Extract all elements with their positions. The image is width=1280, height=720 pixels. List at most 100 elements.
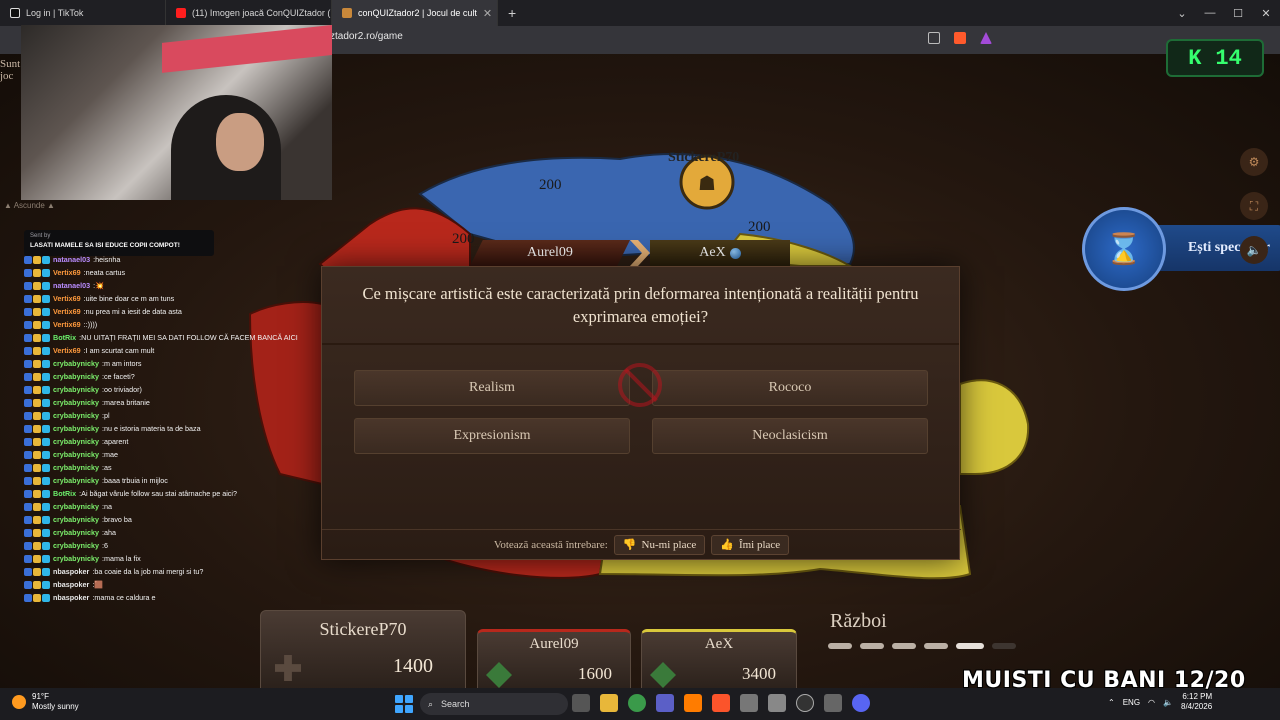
chat-username[interactable]: crybabynicky	[53, 476, 99, 485]
answer-button[interactable]: Rococo	[652, 370, 928, 406]
badge-icon	[24, 385, 32, 394]
brave-icon[interactable]	[712, 694, 730, 712]
chat-username[interactable]: crybabynicky	[53, 528, 99, 537]
url-text[interactable]: ztador2.ro/game	[330, 31, 403, 42]
region-value: 200	[748, 219, 771, 235]
chat-username[interactable]: crybabynicky	[53, 554, 99, 563]
chat-username[interactable]: crybabynicky	[53, 515, 99, 524]
chat-username[interactable]: crybabynicky	[53, 398, 99, 407]
fullscreen-icon[interactable]: ⛶	[1240, 192, 1268, 220]
chat-message: Vertix69: I am scurtat cam mult	[24, 344, 324, 357]
teams-icon[interactable]	[656, 694, 674, 712]
answer-button[interactable]: Neoclasicism	[652, 418, 928, 454]
settings-app-icon[interactable]	[768, 694, 786, 712]
taskbar-search[interactable]: ⌕ Search	[420, 693, 568, 715]
tab-tiktok[interactable]: Log in | TikTok	[0, 0, 166, 26]
chat-username[interactable]: BotRix	[53, 333, 76, 342]
badge-icon	[42, 359, 50, 368]
chat-username[interactable]: nbaspoker	[53, 567, 89, 576]
illustrator-icon[interactable]	[684, 694, 702, 712]
duel-right-player: AeX	[650, 240, 790, 266]
badge-icon	[33, 346, 41, 355]
app-icon[interactable]	[824, 694, 842, 712]
task-view-icon[interactable]	[572, 694, 590, 712]
player-score: 1600	[578, 664, 612, 683]
chat-username[interactable]: Vertix69	[53, 294, 81, 303]
chat-username[interactable]: crybabynicky	[53, 424, 99, 433]
sound-icon[interactable]: 🔈	[1240, 236, 1268, 264]
tab-youtube[interactable]: (11) Imogen joacă ConQUIZtador (m	[166, 0, 332, 26]
overlay-banner: MUISTI CU BANI 12/20	[962, 668, 1246, 693]
badge-icon	[24, 359, 32, 368]
tab-conquiztador[interactable]: conQUIZtador2 | Jocul de cult ✕	[332, 0, 498, 26]
crest-icon	[486, 662, 512, 688]
chat-username[interactable]: Vertix69	[53, 307, 81, 316]
maximize-icon[interactable]: ☐	[1224, 0, 1252, 26]
chat-username[interactable]: crybabynicky	[53, 450, 99, 459]
discord-icon[interactable]	[852, 694, 870, 712]
language-indicator[interactable]: ENG	[1123, 698, 1140, 707]
badge-icon	[24, 307, 32, 316]
chat-message: crybabynicky: 6	[24, 539, 324, 552]
minimize-icon[interactable]: —	[1196, 0, 1224, 26]
chat-username[interactable]: nbaspoker	[53, 580, 89, 589]
disabled-answer-icon	[618, 363, 662, 407]
chat-username[interactable]: crybabynicky	[53, 359, 99, 368]
app-icon[interactable]	[740, 694, 758, 712]
volume-icon[interactable]: 🔈	[1163, 698, 1173, 707]
chat-badges	[24, 385, 50, 394]
chrome-icon[interactable]	[628, 694, 646, 712]
chat-text: NU UITAȚI FRAȚII MEI SA DATI FOLLOW CĂ F…	[81, 333, 298, 342]
chat-username[interactable]: crybabynicky	[53, 372, 99, 381]
cast-icon[interactable]	[928, 32, 940, 44]
new-tab-button[interactable]: +	[498, 5, 526, 21]
badge-icon	[24, 489, 32, 498]
brave-shield-icon[interactable]	[954, 32, 966, 44]
chat-text: na	[103, 502, 112, 511]
answer-button[interactable]: Realism	[354, 370, 630, 406]
badge-icon	[42, 580, 50, 589]
chat-username[interactable]: nbaspoker	[53, 593, 89, 602]
territory-yellow-east[interactable]	[959, 379, 1030, 475]
badge-icon	[33, 476, 41, 485]
chat-username[interactable]: Vertix69	[53, 346, 81, 355]
tray-chevron-icon[interactable]: ⌃	[1108, 698, 1115, 707]
start-button[interactable]	[395, 695, 413, 713]
temperature: 91°F	[32, 692, 49, 701]
obs-icon[interactable]	[796, 694, 814, 712]
chat-hide-button[interactable]: ▲ Ascunde ▲	[4, 201, 55, 210]
tab-title: conQUIZtador2 | Jocul de cult	[358, 8, 477, 18]
chat-username[interactable]: Vertix69	[53, 320, 81, 329]
close-tab-icon[interactable]: ✕	[483, 7, 492, 20]
weather-widget[interactable]: 91°F Mostly sunny	[12, 692, 79, 712]
rewards-icon[interactable]	[980, 32, 992, 44]
chat-username[interactable]: natanael03	[53, 281, 90, 290]
clock[interactable]: 6:12 PM 8/4/2026	[1181, 692, 1212, 712]
badge-icon	[33, 333, 41, 342]
territory-owner-label: StickereP70	[668, 150, 740, 165]
chat-username[interactable]: Vertix69	[53, 268, 81, 277]
badge-icon	[33, 437, 41, 446]
dislike-button[interactable]: 👎 Nu-mi place	[613, 534, 706, 555]
close-window-icon[interactable]: ✕	[1252, 0, 1280, 26]
like-button[interactable]: 👍 Îmi place	[711, 534, 790, 555]
settings-icon[interactable]: ⚙	[1240, 148, 1268, 176]
chat-username[interactable]: crybabynicky	[53, 411, 99, 420]
answer-button[interactable]: Expresionism	[354, 418, 630, 454]
chat-username[interactable]: crybabynicky	[53, 437, 99, 446]
chat-username[interactable]: crybabynicky	[53, 541, 99, 550]
badge-icon	[24, 593, 32, 602]
wifi-icon[interactable]: ◠	[1148, 698, 1155, 707]
round-pill	[828, 643, 852, 649]
chat-username[interactable]: BotRix	[53, 489, 76, 498]
chat-message: crybabynicky: aha	[24, 526, 324, 539]
tab-list-icon[interactable]: ⌄	[1168, 0, 1196, 26]
chat-username[interactable]: natanael03	[53, 255, 90, 264]
chat-username[interactable]: crybabynicky	[53, 502, 99, 511]
chat-username[interactable]: crybabynicky	[53, 385, 99, 394]
chat-username[interactable]: crybabynicky	[53, 463, 99, 472]
file-explorer-icon[interactable]	[600, 694, 618, 712]
round-pill-current	[956, 643, 984, 649]
badge-icon	[33, 463, 41, 472]
hourglass-icon: ⌛	[1082, 207, 1166, 291]
